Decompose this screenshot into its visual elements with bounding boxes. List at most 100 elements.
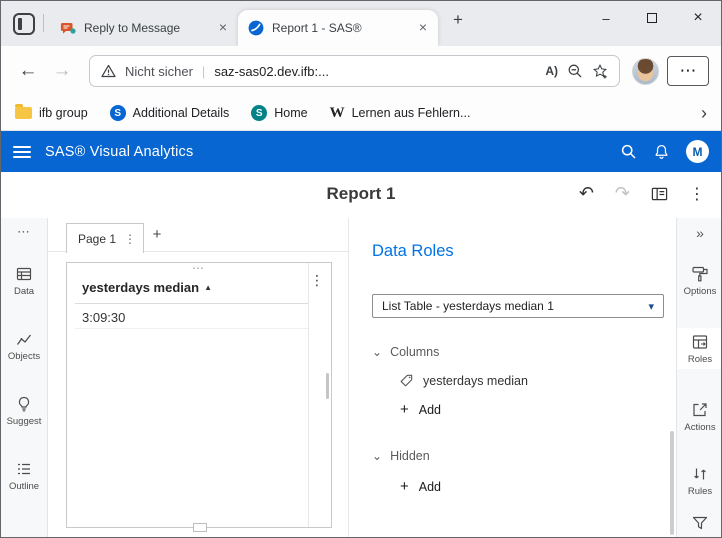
- add-hidden-button[interactable]: + Add: [400, 479, 441, 494]
- app-title: SAS® Visual Analytics: [45, 143, 194, 160]
- paint-roller-icon: [677, 264, 721, 283]
- app-header-actions: M: [620, 140, 709, 163]
- workspaces-icon[interactable]: [13, 13, 35, 35]
- close-tab-icon[interactable]: ×: [414, 19, 432, 37]
- redo-icon: ↷: [614, 183, 630, 203]
- address-bar[interactable]: Nicht sicher | saz-sas02.dev.ifb:... A): [89, 55, 620, 87]
- column-header[interactable]: yesterdays median ▲: [82, 280, 212, 295]
- favorite-label: Home: [274, 106, 308, 120]
- notifications-bell-icon[interactable]: [653, 143, 670, 160]
- roles-icon: [677, 332, 721, 351]
- sidebar-item-data[interactable]: Data: [1, 260, 47, 301]
- sidebar-item-label: Outline: [8, 481, 40, 492]
- object-vertical-scrollbar[interactable]: [326, 373, 329, 399]
- sidebar-item-roles[interactable]: Roles: [677, 328, 721, 369]
- sidebar-item-label: Data: [13, 286, 35, 297]
- object-resize-notch[interactable]: [193, 523, 207, 532]
- user-avatar[interactable]: M: [686, 140, 709, 163]
- rules-icon: [677, 464, 721, 483]
- dropdown-caret-icon: ▾: [648, 300, 654, 313]
- sidebar-item-rules[interactable]: Rules: [677, 460, 721, 501]
- add-page-button[interactable]: +: [147, 226, 167, 243]
- role-item-yesterdays-median[interactable]: yesterdays median: [399, 373, 528, 388]
- object-selector-dropdown[interactable]: List Table - yesterdays median 1 ▾: [372, 294, 664, 318]
- panel-scrollbar-thumb[interactable]: [670, 431, 674, 535]
- left-rail-menu-icon[interactable]: ⋯: [1, 224, 47, 240]
- close-tab-icon[interactable]: ×: [214, 19, 232, 37]
- section-label: Columns: [390, 345, 440, 359]
- report-actions: ↶ ↷ ⋮: [579, 183, 705, 204]
- sidebar-item-label: Objects: [7, 351, 41, 362]
- back-button[interactable]: ←: [13, 60, 43, 82]
- list-table-object[interactable]: ⋯ ⋮ yesterdays median ▲ 3:09:30: [66, 262, 332, 532]
- window-controls: – ×: [583, 1, 721, 35]
- new-tab-button[interactable]: +: [448, 10, 468, 30]
- data-roles-panel: Data Roles List Table - yesterdays media…: [348, 218, 676, 537]
- hidden-section-header[interactable]: ⌄ Hidden: [372, 449, 430, 463]
- favorite-label: Additional Details: [132, 106, 230, 120]
- favorite-star-icon[interactable]: [592, 63, 608, 79]
- sidebar-item-label: Options: [683, 286, 717, 297]
- search-icon[interactable]: [620, 143, 637, 160]
- plus-icon: +: [400, 478, 409, 495]
- profile-avatar[interactable]: [632, 57, 659, 85]
- tab-title: Reply to Message: [84, 21, 181, 35]
- report-view-icon[interactable]: [651, 186, 668, 202]
- page-tab-active[interactable]: Page 1 ⋮: [66, 223, 145, 253]
- favorites-overflow-chevron[interactable]: ›: [701, 104, 707, 122]
- right-rail: » Options Roles Actions Rules: [676, 218, 721, 537]
- browser-tab-report[interactable]: Report 1 - SAS® ×: [238, 10, 438, 46]
- hamburger-menu-icon[interactable]: [13, 145, 31, 158]
- maximize-button[interactable]: [629, 1, 675, 35]
- plus-icon: +: [400, 401, 409, 418]
- browser-toolbar: ← → Nicht sicher | saz-sas02.dev.ifb:...…: [1, 46, 721, 96]
- chevron-down-icon: ⌄: [372, 345, 383, 359]
- zoom-out-icon[interactable]: [567, 63, 583, 79]
- category-tag-icon: [399, 373, 414, 388]
- maximize-icon: [647, 13, 657, 23]
- sidebar-item-actions[interactable]: Actions: [677, 396, 721, 437]
- favorite-label: Lernen aus Fehlern...: [351, 106, 471, 120]
- address-separator: |: [201, 63, 206, 79]
- panel-title: Data Roles: [372, 242, 454, 260]
- minimize-button[interactable]: –: [583, 1, 629, 35]
- report-title-bar: Report 1 ↶ ↷ ⋮: [1, 172, 721, 218]
- sas-logo-icon: S: [109, 105, 126, 121]
- selector-value: List Table - yesterdays median 1: [382, 299, 554, 313]
- read-aloud-icon[interactable]: A): [545, 64, 558, 78]
- close-window-button[interactable]: ×: [675, 1, 721, 35]
- data-table-icon: [1, 264, 47, 283]
- sidebar-item-options[interactable]: Options: [677, 260, 721, 301]
- favorite-ifb-group[interactable]: ifb group: [15, 104, 88, 120]
- object-menu-icon[interactable]: ⋮: [310, 272, 324, 289]
- sidebar-item-outline[interactable]: Outline: [1, 455, 47, 496]
- sidebar-item-label: Rules: [687, 486, 713, 497]
- sidebar-item-label: Roles: [687, 354, 713, 365]
- favorite-lernen[interactable]: W Lernen aus Fehlern...: [330, 105, 471, 122]
- browser-tab-reply[interactable]: Reply to Message ×: [50, 10, 238, 46]
- report-menu-icon[interactable]: ⋮: [689, 184, 705, 204]
- favorite-additional-details[interactable]: S Additional Details: [109, 105, 230, 121]
- chat-message-icon: [60, 20, 76, 36]
- add-label: Add: [418, 479, 442, 494]
- filters-funnel-icon[interactable]: [677, 514, 721, 532]
- browser-window: Reply to Message × Report 1 - SAS® × + –…: [0, 0, 722, 538]
- columns-section-header[interactable]: ⌄ Columns: [372, 345, 439, 359]
- collapse-panel-icon[interactable]: »: [677, 225, 721, 241]
- favorite-home[interactable]: S Home: [251, 105, 308, 121]
- add-column-button[interactable]: + Add: [400, 402, 441, 417]
- url-text: saz-sas02.dev.ifb:...: [214, 63, 329, 79]
- page-menu-icon[interactable]: ⋮: [124, 232, 136, 246]
- undo-icon[interactable]: ↶: [579, 183, 594, 204]
- folder-icon: [15, 104, 32, 119]
- lightbulb-icon: [1, 394, 47, 413]
- security-label[interactable]: Nicht sicher: [125, 64, 193, 79]
- object-drag-handle-icon[interactable]: ⋯: [67, 262, 331, 274]
- forward-button: →: [52, 60, 72, 81]
- page-tab-label: Page 1: [78, 231, 117, 246]
- sidebar-item-objects[interactable]: Objects: [1, 325, 47, 366]
- add-label: Add: [418, 402, 442, 417]
- favorite-label: ifb group: [39, 106, 88, 120]
- browser-menu-button[interactable]: ⋯: [667, 56, 709, 86]
- sidebar-item-suggest[interactable]: Suggest: [1, 390, 47, 431]
